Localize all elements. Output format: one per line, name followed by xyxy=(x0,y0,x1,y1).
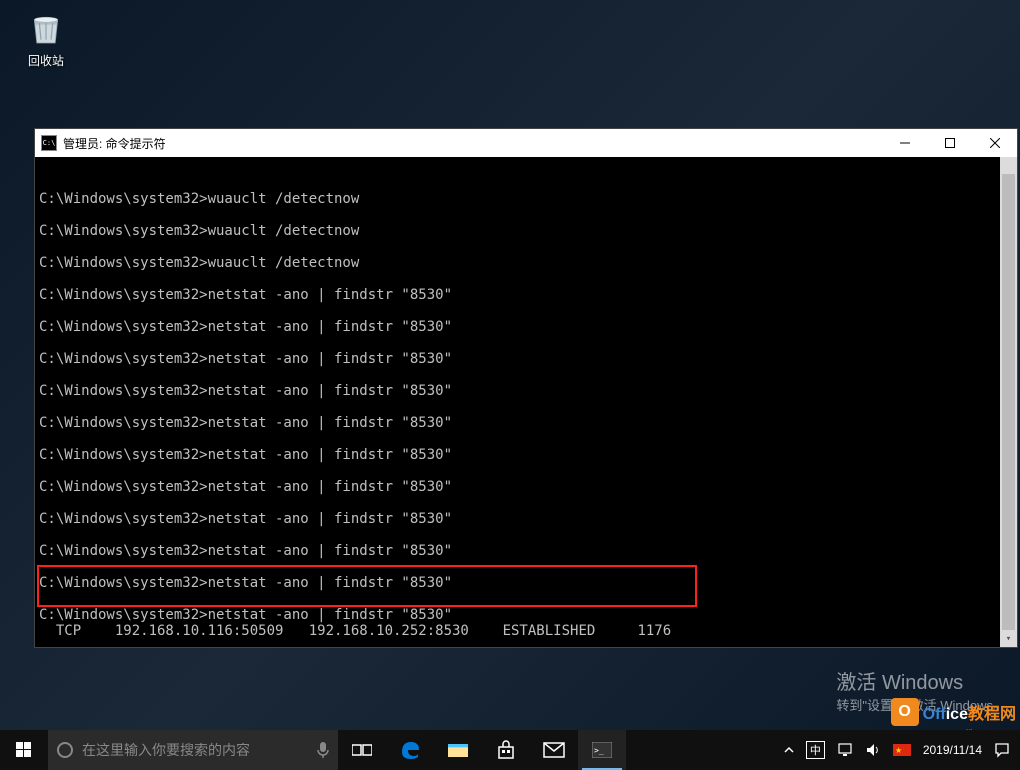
svg-text:★: ★ xyxy=(895,746,902,755)
minimize-button[interactable] xyxy=(882,129,927,157)
file-explorer-button[interactable] xyxy=(434,730,482,770)
console-line xyxy=(39,527,1015,543)
console-line: C:\Windows\system32>netstat -ano | finds… xyxy=(39,575,1015,591)
console-line xyxy=(39,495,1015,511)
console-lines: C:\Windows\system32>wuauclt /detectnow C:… xyxy=(39,191,1015,647)
edge-button[interactable] xyxy=(386,730,434,770)
console-line xyxy=(39,639,1015,647)
console-line xyxy=(39,367,1015,383)
console-line xyxy=(39,207,1015,223)
console-line: TCP 192.168.10.116:50509 192.168.10.252:… xyxy=(39,623,1015,639)
search-placeholder: 在这里输入你要搜索的内容 xyxy=(82,740,250,760)
taskbar: 在这里输入你要搜索的内容 xyxy=(0,730,1020,770)
console-line: C:\Windows\system32>netstat -ano | finds… xyxy=(39,479,1015,495)
search-box[interactable]: 在这里输入你要搜索的内容 xyxy=(48,730,338,770)
action-center-icon[interactable] xyxy=(994,742,1010,758)
cortana-icon xyxy=(56,741,74,759)
scroll-down-icon[interactable]: ▾ xyxy=(1000,630,1017,647)
title-bar[interactable]: C:\ 管理员: 命令提示符 xyxy=(35,129,1017,157)
windows-icon xyxy=(16,742,32,758)
recycle-bin-label: 回收站 xyxy=(14,52,78,69)
console-line xyxy=(39,591,1015,607)
task-view-icon xyxy=(352,742,372,758)
console-line: C:\Windows\system32>netstat -ano | finds… xyxy=(39,511,1015,527)
console-line: C:\Windows\system32>wuauclt /detectnow xyxy=(39,223,1015,239)
cmd-taskbar-icon: >_ xyxy=(592,742,612,758)
console-line xyxy=(39,399,1015,415)
cmd-window: C:\ 管理员: 命令提示符 C:\Windows\system32>wuauc… xyxy=(34,128,1018,648)
ime-indicator[interactable]: 中 xyxy=(806,741,825,759)
svg-text:>_: >_ xyxy=(594,746,604,755)
recycle-bin[interactable]: 回收站 xyxy=(14,8,78,69)
store-icon xyxy=(496,740,516,760)
cmd-taskbar-button[interactable]: >_ xyxy=(578,730,626,770)
task-view-button[interactable] xyxy=(338,730,386,770)
microphone-icon[interactable] xyxy=(316,741,330,759)
scrollbar[interactable]: ▴ ▾ xyxy=(1000,157,1017,647)
console-line xyxy=(39,559,1015,575)
console-line: C:\Windows\system32>netstat -ano | finds… xyxy=(39,607,1015,623)
mail-icon xyxy=(543,742,565,758)
flag-icon[interactable]: ★ xyxy=(893,744,911,756)
maximize-button[interactable] xyxy=(927,129,972,157)
console-line xyxy=(39,431,1015,447)
console-line: C:\Windows\system32>netstat -ano | finds… xyxy=(39,319,1015,335)
start-button[interactable] xyxy=(0,730,48,770)
volume-icon[interactable] xyxy=(865,743,881,757)
cmd-icon: C:\ xyxy=(41,135,57,151)
date-text: 2019/11/14 xyxy=(923,743,982,757)
recycle-bin-icon xyxy=(14,8,78,48)
window-title: 管理员: 命令提示符 xyxy=(63,135,166,152)
console-line xyxy=(39,335,1015,351)
brand-logo-icon: O xyxy=(891,698,919,726)
network-icon[interactable] xyxy=(837,743,853,757)
folder-icon xyxy=(447,741,469,759)
brand-watermark: O Office教程网 xyxy=(891,698,1016,726)
console-line: C:\Windows\system32>netstat -ano | finds… xyxy=(39,383,1015,399)
console-line: C:\Windows\system32>netstat -ano | finds… xyxy=(39,287,1015,303)
console-line: C:\Windows\system32>netstat -ano | finds… xyxy=(39,447,1015,463)
console-line xyxy=(39,271,1015,287)
console-line: C:\Windows\system32>netstat -ano | finds… xyxy=(39,543,1015,559)
close-button[interactable] xyxy=(972,129,1017,157)
brand-text: Office教程网 xyxy=(923,700,1016,724)
console-line xyxy=(39,463,1015,479)
tray-chevron-up-icon[interactable] xyxy=(784,745,794,755)
console-line: C:\Windows\system32>netstat -ano | finds… xyxy=(39,415,1015,431)
console-line: C:\Windows\system32>wuauclt /detectnow xyxy=(39,191,1015,207)
mail-button[interactable] xyxy=(530,730,578,770)
store-button[interactable] xyxy=(482,730,530,770)
activation-title: 激活 Windows xyxy=(836,666,1006,695)
console-line xyxy=(39,303,1015,319)
clock[interactable]: 2019/11/14 xyxy=(923,743,982,757)
edge-icon xyxy=(399,739,421,761)
console-line: C:\Windows\system32>netstat -ano | finds… xyxy=(39,351,1015,367)
scroll-thumb[interactable] xyxy=(1002,174,1015,630)
system-tray: 中 ★ 2019/11/14 xyxy=(774,730,1020,770)
console-line xyxy=(39,239,1015,255)
console-line: C:\Windows\system32>wuauclt /detectnow xyxy=(39,255,1015,271)
console-output[interactable]: C:\Windows\system32>wuauclt /detectnow C:… xyxy=(35,157,1017,647)
